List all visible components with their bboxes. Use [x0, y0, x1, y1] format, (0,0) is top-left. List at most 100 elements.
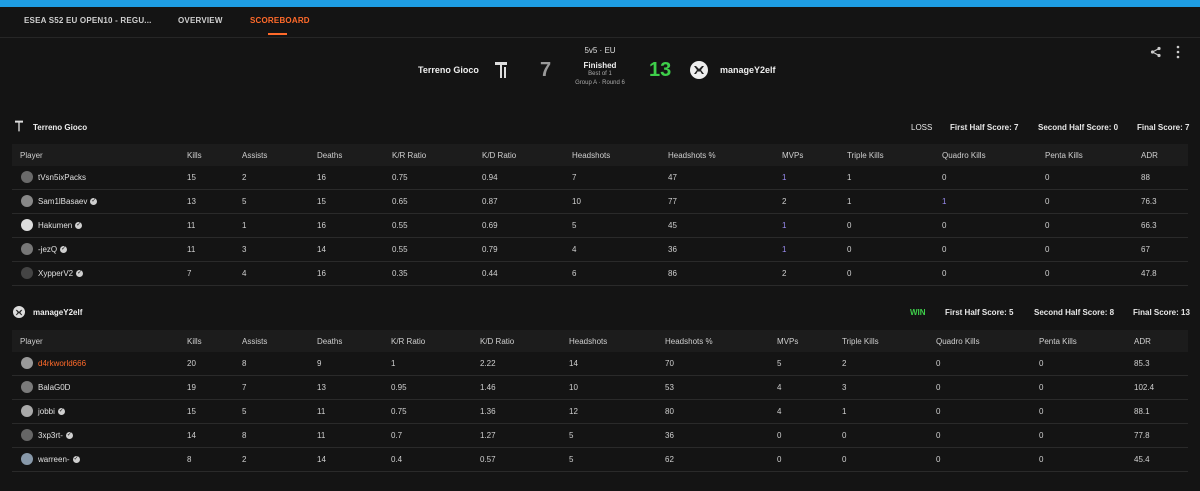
- player-avatar[interactable]: [21, 429, 33, 441]
- column-header-k-d-ratio[interactable]: K/D Ratio: [480, 337, 514, 346]
- top-accent-bar: [0, 0, 1200, 7]
- player-row[interactable]: tVsn5ixPacks 15 2 16 0.75 0.94 7 47 1 1 0 0 88: [12, 166, 1188, 190]
- player-avatar[interactable]: [21, 171, 33, 183]
- stat-adr: 66.3: [1141, 221, 1157, 230]
- team2-result: WIN: [910, 308, 926, 317]
- stat-assists: 5: [242, 197, 247, 206]
- team1-section-name[interactable]: Terreno Gioco: [33, 123, 87, 132]
- column-header-adr[interactable]: ADR: [1134, 337, 1151, 346]
- column-header-headshots-[interactable]: Headshots %: [668, 151, 716, 160]
- stat-kills: 13: [187, 197, 196, 206]
- player-row[interactable]: Hakumen ✓ 11 1 16 0.55 0.69 5 45 1 0 0 0 66.3: [12, 214, 1188, 238]
- stat-headshots: 12: [569, 407, 578, 416]
- share-icon[interactable]: [1150, 46, 1164, 60]
- column-header-headshots[interactable]: Headshots: [569, 337, 607, 346]
- player-row[interactable]: jobbi ✓ 15 5 11 0.75 1.36 12 80 4 1 0 0 88.1: [12, 400, 1188, 424]
- column-header-assists[interactable]: Assists: [242, 151, 267, 160]
- player-avatar[interactable]: [21, 453, 33, 465]
- player-row[interactable]: -jezQ ✓ 11 3 14 0.55 0.79 4 36 1 0 0 0 67: [12, 238, 1188, 262]
- column-header-deaths[interactable]: Deaths: [317, 151, 342, 160]
- stat-quadro-kills: 0: [936, 431, 941, 440]
- player-avatar[interactable]: [21, 405, 33, 417]
- player-row[interactable]: Sam1lBasaev ✓ 13 5 15 0.65 0.87 10 77 2 1 1 0 76.3: [12, 190, 1188, 214]
- player-name-text[interactable]: XypperV2: [38, 269, 73, 278]
- stat-kills: 15: [187, 173, 196, 182]
- player-avatar[interactable]: [21, 267, 33, 279]
- column-header-player[interactable]: Player: [20, 151, 43, 160]
- column-header-quadro-kills[interactable]: Quadro Kills: [942, 151, 986, 160]
- team1-second-half: Second Half Score: 0: [1038, 123, 1119, 132]
- stat-headshots-: 80: [665, 407, 674, 416]
- player-name[interactable]: Hakumen ✓: [38, 221, 83, 230]
- column-header-mvps[interactable]: MVPs: [777, 337, 798, 346]
- player-row[interactable]: warreen- ✓ 8 2 14 0.4 0.57 5 62 0 0 0 0 45.4: [12, 448, 1188, 472]
- column-header-kills[interactable]: Kills: [187, 151, 202, 160]
- player-name-text[interactable]: -jezQ: [38, 245, 57, 254]
- stat-headshots: 5: [569, 431, 574, 440]
- player-name[interactable]: tVsn5ixPacks: [38, 173, 86, 182]
- player-row[interactable]: d4rkworld666 20 8 9 1 2.22 14 70 5 2 0 0 85.3: [12, 352, 1188, 376]
- stat-assists: 7: [242, 383, 247, 392]
- player-name-text[interactable]: tVsn5ixPacks: [38, 173, 86, 182]
- player-name-text[interactable]: warreen-: [38, 455, 70, 464]
- player-avatar[interactable]: [21, 381, 33, 393]
- stat-k-r-ratio: 0.4: [391, 455, 403, 464]
- tab-scoreboard[interactable]: SCOREBOARD: [250, 16, 310, 25]
- team2-second-half: Second Half Score: 8: [1034, 308, 1115, 317]
- column-header-assists[interactable]: Assists: [242, 337, 267, 346]
- team1-logo-icon: [492, 61, 510, 79]
- active-tab-indicator: [268, 33, 287, 35]
- column-header-k-d-ratio[interactable]: K/D Ratio: [482, 151, 516, 160]
- column-header-headshots[interactable]: Headshots: [572, 151, 610, 160]
- player-name[interactable]: jobbi ✓: [38, 407, 65, 416]
- column-header-quadro-kills[interactable]: Quadro Kills: [936, 337, 980, 346]
- stat-headshots-: 36: [665, 431, 674, 440]
- player-name-text[interactable]: BalaG0D: [38, 383, 70, 392]
- more-vertical-icon[interactable]: [1176, 45, 1180, 59]
- stat-triple-kills: 0: [847, 245, 852, 254]
- team2-name[interactable]: manageY2elf: [720, 65, 776, 75]
- player-name[interactable]: BalaG0D: [38, 383, 70, 392]
- stat-k-d-ratio: 1.46: [480, 383, 496, 392]
- tab-competition[interactable]: ESEA S52 EU OPEN10 - REGU...: [24, 16, 152, 25]
- team2-section-name[interactable]: manageY2elf: [33, 308, 82, 317]
- stat-headshots: 7: [572, 173, 577, 182]
- player-avatar[interactable]: [21, 357, 33, 369]
- stat-deaths: 14: [317, 455, 326, 464]
- player-name-text[interactable]: d4rkworld666: [38, 359, 86, 368]
- column-header-k-r-ratio[interactable]: K/R Ratio: [391, 337, 425, 346]
- player-row[interactable]: BalaG0D 19 7 13 0.95 1.46 10 53 4 3 0 0 102.4: [12, 376, 1188, 400]
- player-name[interactable]: 3xp3rt- ✓: [38, 431, 73, 440]
- player-avatar[interactable]: [21, 243, 33, 255]
- tab-overview[interactable]: OVERVIEW: [178, 16, 223, 25]
- player-avatar[interactable]: [21, 195, 33, 207]
- player-row[interactable]: 3xp3rt- ✓ 14 8 11 0.7 1.27 5 36 0 0 0 0 77.8: [12, 424, 1188, 448]
- player-name[interactable]: XypperV2 ✓: [38, 269, 84, 278]
- stat-k-r-ratio: 0.35: [392, 269, 408, 278]
- column-header-triple-kills[interactable]: Triple Kills: [842, 337, 879, 346]
- column-header-adr[interactable]: ADR: [1141, 151, 1158, 160]
- column-header-deaths[interactable]: Deaths: [317, 337, 342, 346]
- player-name-text[interactable]: Sam1lBasaev: [38, 197, 87, 206]
- column-header-triple-kills[interactable]: Triple Kills: [847, 151, 884, 160]
- column-header-headshots-[interactable]: Headshots %: [665, 337, 713, 346]
- player-name[interactable]: warreen- ✓: [38, 455, 80, 464]
- player-name-text[interactable]: Hakumen: [38, 221, 72, 230]
- team1-name[interactable]: Terreno Gioco: [418, 65, 479, 75]
- column-header-player[interactable]: Player: [20, 337, 43, 346]
- player-avatar[interactable]: [21, 219, 33, 231]
- player-name[interactable]: d4rkworld666: [38, 359, 86, 368]
- player-name[interactable]: Sam1lBasaev ✓: [38, 197, 98, 206]
- stat-kills: 15: [187, 407, 196, 416]
- column-header-mvps[interactable]: MVPs: [782, 151, 803, 160]
- player-name[interactable]: -jezQ ✓: [38, 245, 68, 254]
- stat-penta-kills: 0: [1045, 173, 1050, 182]
- player-row[interactable]: XypperV2 ✓ 7 4 16 0.35 0.44 6 86 2 0 0 0 47.8: [12, 262, 1188, 286]
- column-header-kills[interactable]: Kills: [187, 337, 202, 346]
- column-header-penta-kills[interactable]: Penta Kills: [1039, 337, 1077, 346]
- column-header-k-r-ratio[interactable]: K/R Ratio: [392, 151, 426, 160]
- player-name-text[interactable]: 3xp3rt-: [38, 431, 63, 440]
- stat-headshots-: 36: [668, 245, 677, 254]
- column-header-penta-kills[interactable]: Penta Kills: [1045, 151, 1083, 160]
- player-name-text[interactable]: jobbi: [38, 407, 55, 416]
